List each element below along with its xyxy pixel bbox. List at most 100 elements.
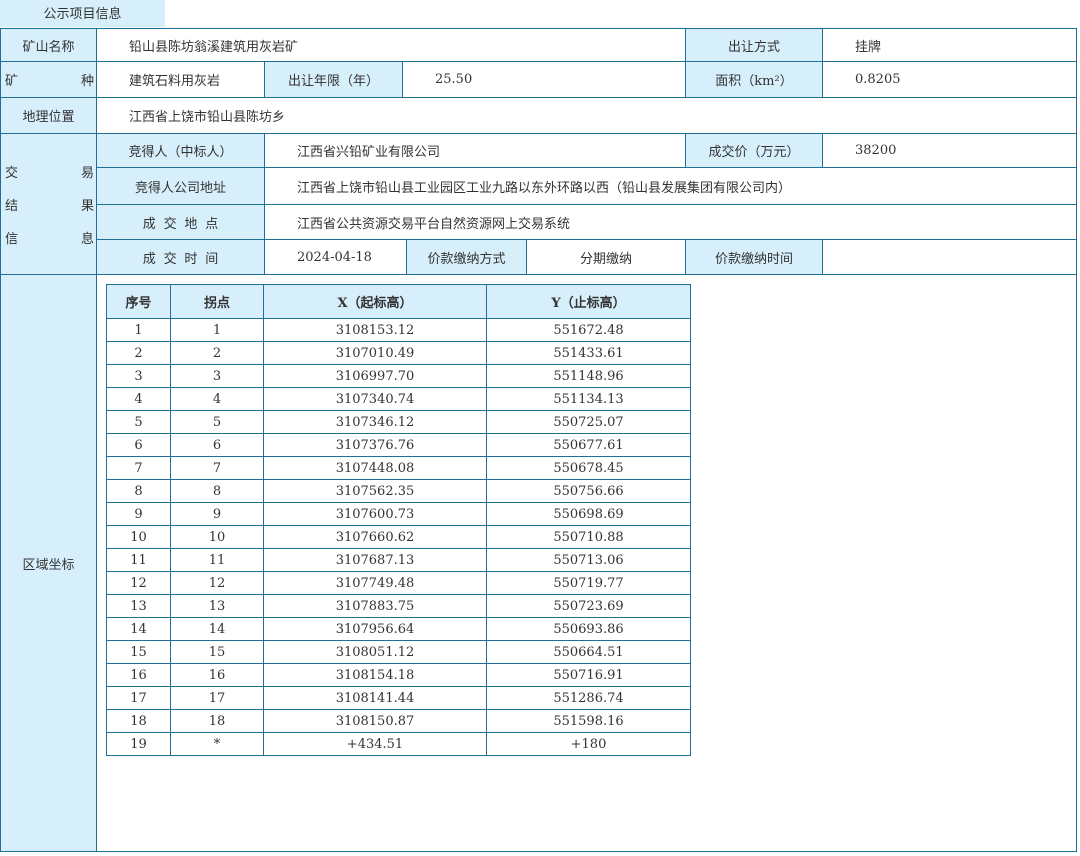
cell-point: 7 — [170, 456, 264, 480]
table-row: 3 3 3106997.70 551148.96 — [106, 364, 691, 388]
cell-index: 12 — [106, 571, 171, 595]
cell-point: 1 — [170, 318, 264, 342]
cell-point: 14 — [170, 617, 264, 641]
cell-point: 15 — [170, 640, 264, 664]
cell-y: 550693.86 — [486, 617, 691, 641]
winner-address-label: 竞得人公司地址 — [97, 168, 265, 205]
cell-point: * — [170, 732, 264, 756]
cell-x: 3108051.12 — [263, 640, 487, 664]
payment-method-label: 价款缴纳方式 — [407, 240, 527, 275]
cell-y: 551148.96 — [486, 364, 691, 388]
col-header-x: X（起标高） — [263, 284, 487, 319]
area-value: 0.8205 — [823, 62, 1076, 98]
cell-point: 6 — [170, 433, 264, 457]
transfer-method-value: 挂牌 — [823, 29, 1076, 62]
coordinates-header-row: 序号 拐点 X（起标高） Y（止标高） — [106, 284, 691, 319]
cell-index: 3 — [106, 364, 171, 388]
cell-x: 3107562.35 — [263, 479, 487, 503]
table-row: 8 8 3107562.35 550756.66 — [106, 479, 691, 503]
cell-y: 551286.74 — [486, 686, 691, 710]
winner-value: 江西省兴铅矿业有限公司 — [265, 134, 686, 168]
cell-index: 13 — [106, 594, 171, 618]
cell-x: 3107883.75 — [263, 594, 487, 618]
table-row: 18 18 3108150.87 551598.16 — [106, 709, 691, 733]
cell-index: 5 — [106, 410, 171, 434]
cell-point: 13 — [170, 594, 264, 618]
deal-place-value: 江西省公共资源交易平台自然资源网上交易系统 — [265, 205, 1076, 240]
deal-label-line-1: 交易 — [5, 165, 94, 181]
deal-time-value: 2024-04-18 — [265, 240, 407, 275]
mineral-value: 建筑石料用灰岩 — [97, 62, 265, 98]
price-label: 成交价（万元） — [686, 134, 823, 168]
cell-x: 3107448.08 — [263, 456, 487, 480]
cell-y: 551672.48 — [486, 318, 691, 342]
cell-y: 551598.16 — [486, 709, 691, 733]
cell-x: 3108154.18 — [263, 663, 487, 687]
table-row: 2 2 3107010.49 551433.61 — [106, 341, 691, 365]
mine-name-label: 矿山名称 — [1, 29, 97, 62]
deal-label-line-2: 结果 — [5, 198, 94, 214]
payment-time-label: 价款缴纳时间 — [686, 240, 823, 275]
mineral-label-part-1: 矿 — [5, 74, 19, 89]
cell-y: 550698.69 — [486, 502, 691, 526]
cell-point: 11 — [170, 548, 264, 572]
table-row: 11 11 3107687.13 550713.06 — [106, 548, 691, 572]
deal-label-line-3: 信息 — [5, 231, 94, 247]
cell-index: 1 — [106, 318, 171, 342]
cell-x: 3107600.73 — [263, 502, 487, 526]
cell-point: 16 — [170, 663, 264, 687]
cell-index: 19 — [106, 732, 171, 756]
table-row: 5 5 3107346.12 550725.07 — [106, 410, 691, 434]
cell-x: 3107956.64 — [263, 617, 487, 641]
cell-index: 18 — [106, 709, 171, 733]
tab-project-info[interactable]: 公示项目信息 — [0, 0, 165, 27]
cell-x: 3107346.12 — [263, 410, 487, 434]
cell-y: 550710.88 — [486, 525, 691, 549]
cell-y: 550664.51 — [486, 640, 691, 664]
cell-index: 14 — [106, 617, 171, 641]
cell-x: 3107010.49 — [263, 341, 487, 365]
winner-label: 竞得人（中标人） — [97, 134, 265, 168]
table-row: 19 * +434.51 +180 — [106, 732, 691, 756]
location-value: 江西省上饶市铅山县陈坊乡 — [97, 98, 1076, 134]
cell-point: 8 — [170, 479, 264, 503]
payment-time-value — [823, 240, 1076, 275]
cell-index: 7 — [106, 456, 171, 480]
cell-y: 551134.13 — [486, 387, 691, 411]
cell-point: 3 — [170, 364, 264, 388]
cell-y: +180 — [486, 732, 691, 756]
cell-x: 3108153.12 — [263, 318, 487, 342]
cell-y: 551433.61 — [486, 341, 691, 365]
table-row: 6 6 3107376.76 550677.61 — [106, 433, 691, 457]
col-header-y: Y（止标高） — [486, 284, 691, 319]
cell-index: 16 — [106, 663, 171, 687]
cell-index: 11 — [106, 548, 171, 572]
cell-y: 550723.69 — [486, 594, 691, 618]
cell-point: 12 — [170, 571, 264, 595]
cell-point: 5 — [170, 410, 264, 434]
table-row: 16 16 3108154.18 550716.91 — [106, 663, 691, 687]
deal-time-label: 成交时间 — [97, 240, 265, 275]
mine-name-value: 铅山县陈坊翁溪建筑用灰岩矿 — [97, 29, 686, 62]
cell-point: 9 — [170, 502, 264, 526]
cell-point: 2 — [170, 341, 264, 365]
cell-y: 550725.07 — [486, 410, 691, 434]
term-value: 25.50 — [403, 62, 686, 98]
deal-place-label: 成交地点 — [97, 205, 265, 240]
table-row: 1 1 3108153.12 551672.48 — [106, 318, 691, 342]
cell-y: 550716.91 — [486, 663, 691, 687]
cell-x: 3107376.76 — [263, 433, 487, 457]
cell-point: 18 — [170, 709, 264, 733]
cell-y: 550719.77 — [486, 571, 691, 595]
cell-point: 10 — [170, 525, 264, 549]
table-row: 17 17 3108141.44 551286.74 — [106, 686, 691, 710]
deal-result-group-label: 交易 结果 信息 — [1, 134, 97, 275]
table-row: 12 12 3107749.48 550719.77 — [106, 571, 691, 595]
cell-x: 3108150.87 — [263, 709, 487, 733]
payment-method-value: 分期缴纳 — [527, 240, 686, 275]
coordinates-table: 序号 拐点 X（起标高） Y（止标高） 1 1 3108153.12 551672.4… — [106, 284, 691, 756]
location-label: 地理位置 — [1, 98, 97, 134]
cell-index: 9 — [106, 502, 171, 526]
table-row: 4 4 3107340.74 551134.13 — [106, 387, 691, 411]
area-label: 面积（km²） — [686, 62, 823, 98]
